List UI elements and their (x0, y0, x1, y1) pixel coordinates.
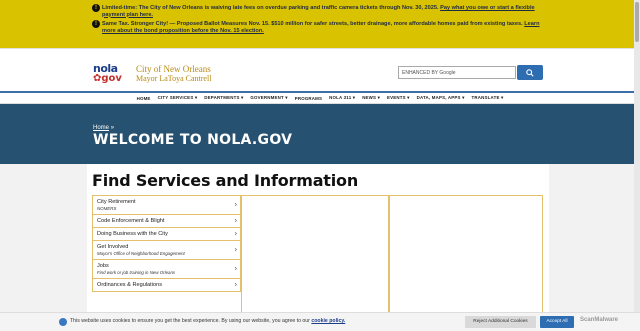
service-sub: Mayor's Office of Neighborhood Engagemen… (97, 251, 185, 256)
chevron-right-icon: › (234, 265, 237, 273)
service-label: Jobs (97, 263, 109, 269)
nav-nola-311[interactable]: NOLA 311 ▾ (329, 95, 355, 101)
service-panel-2 (389, 195, 543, 316)
service-sub: Find work or job training in New Orleans (97, 270, 176, 275)
alert-1-text: Limited-time: The City of New Orleans is… (102, 5, 439, 11)
section-heading: Find Services and Information (92, 171, 359, 190)
nola-gov-logo[interactable]: nola ✿gov (93, 63, 126, 86)
nav-events[interactable]: EVENTS ▾ (387, 95, 410, 101)
reject-cookies-button[interactable]: Reject Additional Cookies (465, 316, 536, 328)
service-panel-1 (241, 195, 389, 316)
nav-city-services[interactable]: CITY SERVICES ▾ (158, 95, 198, 101)
page-scrollbar[interactable] (634, 0, 640, 312)
service-sub: NOMERS (97, 206, 117, 211)
main-content: Find Services and Information City Retir… (87, 164, 549, 316)
nav-translate[interactable]: TRANSLATE ▾ (472, 95, 504, 101)
accept-all-button[interactable]: Accept All (540, 316, 574, 328)
main-nav: HOME CITY SERVICES ▾ DEPARTMENTS ▾ GOVER… (0, 93, 640, 104)
chevron-right-icon: › (234, 281, 237, 289)
cookie-message: This website uses cookies to ensure you … (70, 318, 345, 324)
page-title: WELCOME TO NOLA.GOV (93, 132, 293, 148)
nav-home[interactable]: HOME (137, 96, 151, 101)
breadcrumb: Home » (93, 125, 114, 131)
nav-news[interactable]: NEWS ▾ (362, 95, 380, 101)
chevron-right-icon: › (234, 246, 237, 254)
breadcrumb-home[interactable]: Home (93, 125, 109, 131)
search-input[interactable]: ENHANCED BY Google (398, 66, 516, 79)
site-header: nola ✿gov City of New Orleans Mayor LaTo… (0, 48, 640, 91)
service-label: Code Enforcement & Blight (97, 218, 165, 224)
cookie-banner: This website uses cookies to ensure you … (0, 312, 640, 331)
service-item-jobs[interactable]: Jobs Find work or job training in New Or… (92, 259, 241, 278)
service-label: Doing Business with the City (97, 231, 168, 237)
services-list: City Retirement NOMERS › Code Enforcemen… (92, 195, 241, 292)
cookie-icon (59, 318, 67, 326)
cookie-text: This website uses cookies to ensure you … (70, 318, 310, 324)
alert-2: ! Same Tax. Stronger City! — Proposed Ba… (92, 20, 552, 34)
search-icon (526, 68, 534, 77)
breadcrumb-separator: » (110, 125, 115, 131)
search-button[interactable] (517, 65, 543, 80)
nav-programs[interactable]: PROGRAMS (295, 96, 322, 101)
scanmalware-watermark: ScanMalware (580, 317, 619, 323)
scrollbar-thumb[interactable] (635, 2, 639, 42)
service-item-doing-business[interactable]: Doing Business with the City › (92, 227, 241, 240)
exclamation-icon: ! (92, 20, 100, 29)
chevron-right-icon: › (234, 230, 237, 238)
alert-1: ! Limited-time: The City of New Orleans … (92, 4, 552, 18)
nav-data-maps-apps[interactable]: DATA, MAPS, APPS ▾ (417, 95, 465, 101)
service-label: Ordinances & Regulations (97, 282, 162, 288)
chevron-right-icon: › (234, 217, 237, 225)
chevron-right-icon: › (234, 201, 237, 209)
alert-banner: ! Limited-time: The City of New Orleans … (0, 0, 640, 48)
cookie-policy-link[interactable]: cookie policy. (311, 318, 345, 324)
logo-text-bottom: ✿gov (93, 73, 122, 84)
service-item-get-involved[interactable]: Get Involved Mayor's Office of Neighborh… (92, 240, 241, 259)
alert-2-text: Same Tax. Stronger City! — Proposed Ball… (102, 21, 523, 28)
service-item-code-enforcement[interactable]: Code Enforcement & Blight › (92, 214, 241, 227)
nav-departments[interactable]: DEPARTMENTS ▾ (204, 95, 243, 101)
service-label: Get Involved (97, 244, 129, 250)
hero-banner: Home » WELCOME TO NOLA.GOV (0, 104, 640, 164)
nav-government[interactable]: GOVERNMENT ▾ (250, 95, 287, 101)
service-item-city-retirement[interactable]: City Retirement NOMERS › (92, 195, 241, 214)
service-label: City Retirement (97, 199, 136, 205)
site-subtitle: Mayor LaToya Cantrell (136, 74, 212, 83)
site-title[interactable]: City of New Orleans (136, 65, 211, 74)
service-item-ordinances[interactable]: Ordinances & Regulations › (92, 278, 241, 292)
exclamation-icon: ! (92, 4, 100, 12)
